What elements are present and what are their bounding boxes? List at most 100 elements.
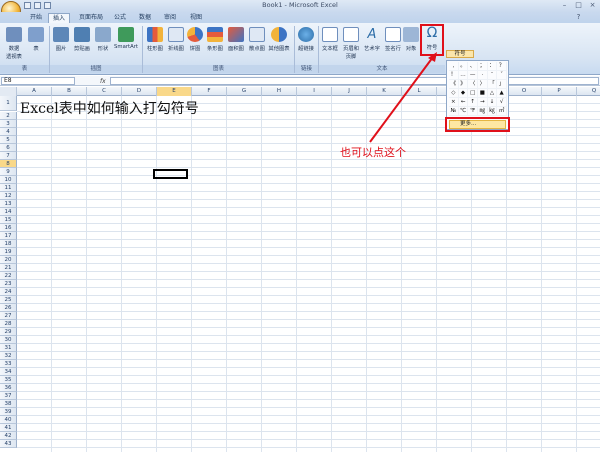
- tab-formulas[interactable]: 公式: [110, 13, 130, 23]
- row-header-29[interactable]: 29: [0, 328, 17, 336]
- symbol-item[interactable]: —: [468, 71, 478, 80]
- symbol-item[interactable]: ·: [478, 71, 488, 80]
- row-header-23[interactable]: 23: [0, 280, 17, 288]
- select-all-corner[interactable]: [0, 87, 17, 96]
- tab-insert[interactable]: 插入: [48, 13, 70, 23]
- help-icon[interactable]: ?: [572, 13, 585, 22]
- row-header-37[interactable]: 37: [0, 392, 17, 400]
- row-header-3[interactable]: 3: [0, 120, 17, 128]
- symbol-item[interactable]: ×: [449, 98, 459, 107]
- column-header-d[interactable]: D: [122, 87, 157, 96]
- symbol-item[interactable]: 》: [458, 80, 469, 89]
- column-header-o[interactable]: O: [507, 87, 542, 96]
- symbol-item[interactable]: ◇: [449, 89, 459, 98]
- row-header-11[interactable]: 11: [0, 184, 17, 192]
- symbol-item[interactable]: ㎏: [487, 107, 498, 116]
- symbol-item[interactable]: 。: [458, 62, 469, 71]
- scatter-chart-button[interactable]: 散点图: [247, 27, 267, 52]
- active-cell-e8[interactable]: [153, 169, 188, 179]
- shapes-button[interactable]: 形状: [94, 27, 112, 52]
- symbol-item[interactable]: 「: [487, 80, 498, 89]
- line-chart-button[interactable]: 折线图: [166, 27, 186, 52]
- column-chart-button[interactable]: 柱形图: [145, 27, 165, 52]
- row-header-1[interactable]: 1: [0, 96, 17, 111]
- minimize-button[interactable]: –: [558, 1, 571, 10]
- row-header-15[interactable]: 15: [0, 216, 17, 224]
- more-symbols-button[interactable]: 更多...: [449, 120, 506, 129]
- row-header-22[interactable]: 22: [0, 272, 17, 280]
- wordart-button[interactable]: A 艺术字: [362, 27, 382, 52]
- row-header-31[interactable]: 31: [0, 344, 17, 352]
- symbol-item[interactable]: 《: [449, 80, 459, 89]
- symbol-item[interactable]: ；: [478, 62, 488, 71]
- tab-page-layout[interactable]: 页面布局: [76, 13, 106, 23]
- bar-chart-button[interactable]: 条形图: [205, 27, 225, 52]
- column-header-i[interactable]: I: [297, 87, 332, 96]
- symbol-item[interactable]: ㎎: [478, 107, 488, 116]
- row-header-14[interactable]: 14: [0, 208, 17, 216]
- symbol-item[interactable]: ：: [487, 62, 498, 71]
- row-header-35[interactable]: 35: [0, 376, 17, 384]
- tab-view[interactable]: 视图: [186, 13, 206, 23]
- signature-line-button[interactable]: 签名行: [383, 27, 403, 52]
- row-header-24[interactable]: 24: [0, 288, 17, 296]
- textbox-button[interactable]: 文本框: [320, 27, 340, 52]
- symbol-item[interactable]: ,: [449, 62, 459, 71]
- row-header-27[interactable]: 27: [0, 312, 17, 320]
- row-header-21[interactable]: 21: [0, 264, 17, 272]
- smartart-button[interactable]: SmartArt: [113, 27, 139, 50]
- maximize-button[interactable]: □: [572, 1, 585, 10]
- row-header-34[interactable]: 34: [0, 368, 17, 376]
- row-header-12[interactable]: 12: [0, 192, 17, 200]
- row-header-39[interactable]: 39: [0, 408, 17, 416]
- symbol-item[interactable]: ！: [449, 71, 459, 80]
- row-header-25[interactable]: 25: [0, 296, 17, 304]
- row-header-38[interactable]: 38: [0, 400, 17, 408]
- symbol-item[interactable]: ↓: [487, 98, 498, 107]
- row-header-2[interactable]: 2: [0, 112, 17, 120]
- row-header-13[interactable]: 13: [0, 200, 17, 208]
- row-header-6[interactable]: 6: [0, 144, 17, 152]
- name-box[interactable]: E8: [1, 77, 75, 85]
- redo-icon[interactable]: [44, 2, 51, 9]
- symbol-item[interactable]: 、: [468, 62, 478, 71]
- hyperlink-button[interactable]: 超链接: [296, 27, 316, 52]
- symbol-item[interactable]: ℉: [468, 107, 478, 116]
- row-header-40[interactable]: 40: [0, 416, 17, 424]
- symbol-item[interactable]: ◆: [458, 89, 469, 98]
- fx-icon[interactable]: fx: [100, 78, 106, 85]
- undo-icon[interactable]: [34, 2, 41, 9]
- symbol-item[interactable]: ▲: [497, 89, 507, 98]
- row-header-32[interactable]: 32: [0, 352, 17, 360]
- symbol-item[interactable]: ℃: [458, 107, 469, 116]
- column-header-b[interactable]: B: [52, 87, 87, 96]
- column-header-p[interactable]: P: [542, 87, 577, 96]
- symbol-item[interactable]: △: [487, 89, 498, 98]
- row-header-19[interactable]: 19: [0, 248, 17, 256]
- row-header-30[interactable]: 30: [0, 336, 17, 344]
- row-header-36[interactable]: 36: [0, 384, 17, 392]
- row-header-17[interactable]: 17: [0, 232, 17, 240]
- column-header-h[interactable]: H: [262, 87, 297, 96]
- symbol-item[interactable]: ㎡: [497, 107, 507, 116]
- formula-input[interactable]: [110, 77, 599, 85]
- symbol-item[interactable]: √: [497, 98, 507, 107]
- symbol-item[interactable]: …: [458, 71, 469, 80]
- symbol-item[interactable]: 」: [497, 80, 507, 89]
- row-header-7[interactable]: 7: [0, 152, 17, 160]
- symbol-item[interactable]: →: [478, 98, 488, 107]
- other-charts-button[interactable]: 其他图表: [267, 27, 291, 52]
- row-header-26[interactable]: 26: [0, 304, 17, 312]
- symbol-item[interactable]: 〈: [468, 80, 478, 89]
- header-footer-button[interactable]: 页眉和 页脚: [341, 27, 361, 60]
- symbol-dropdown-header[interactable]: 符号: [446, 50, 474, 58]
- tab-review[interactable]: 审阅: [160, 13, 180, 23]
- row-header-20[interactable]: 20: [0, 256, 17, 264]
- picture-button[interactable]: 图片: [52, 27, 70, 52]
- row-header-16[interactable]: 16: [0, 224, 17, 232]
- column-header-a[interactable]: A: [17, 87, 52, 96]
- tab-home[interactable]: 开始: [26, 13, 46, 23]
- row-header-28[interactable]: 28: [0, 320, 17, 328]
- pivot-table-button[interactable]: 数据 透视表: [4, 27, 24, 60]
- save-icon[interactable]: [24, 2, 31, 9]
